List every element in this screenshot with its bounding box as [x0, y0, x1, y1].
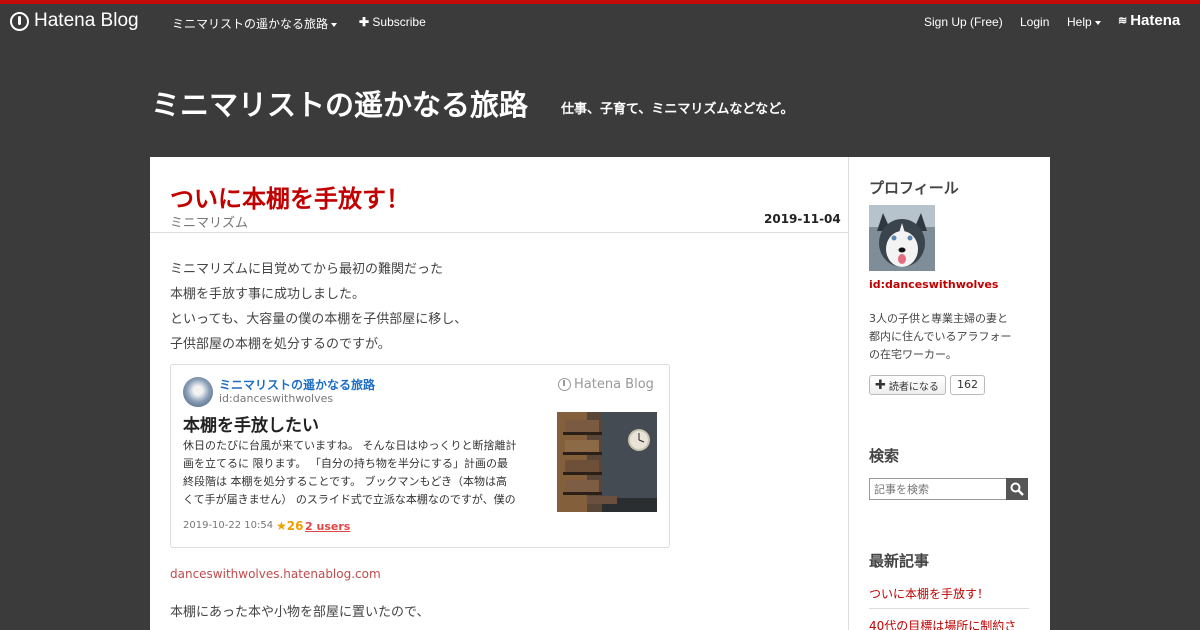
chevron-down-icon — [1094, 20, 1101, 25]
entry-paragraph: 本棚にあった本や小物を部屋に置いたので、 — [170, 605, 430, 620]
entry-date[interactable]: 2019-11-04 — [764, 212, 841, 226]
embed-excerpt-line: くて手が届きません） のスライド式で立派な本棚なのですが、僕の — [183, 493, 516, 506]
profile-user-id[interactable]: id:danceswithwolves — [869, 278, 998, 291]
embed-avatar — [183, 377, 213, 407]
sidebar: プロフィール id:danceswithwolves 3人の子供と専業主婦の妻と… — [869, 157, 1029, 630]
plus-icon: ✚ — [359, 15, 370, 29]
embed-card[interactable]: ミニマリストの遥かなる旅路 id:danceswithwolves Hatena… — [170, 364, 670, 548]
profile-bio-line: 3人の子供と専業主婦の妻と — [869, 312, 1008, 325]
profile-heading: プロフィール — [869, 179, 959, 197]
embed-date: 2019-10-22 10:54 — [183, 520, 274, 531]
embed-excerpt: 休日のたびに台風が来ていますね。 そんな日はゆっくりと断捨離計 画を立てるに 限… — [183, 437, 550, 509]
search-button[interactable] — [1006, 478, 1028, 500]
blog-description: 仕事、子育て、ミニマリズムなどなど。 — [561, 102, 794, 117]
follow-label: 読者になる — [888, 381, 939, 393]
hatena-blog-logo-text: Hatena Blog — [34, 10, 139, 31]
follower-count: 162 — [950, 375, 985, 395]
login-link[interactable]: Login — [1020, 15, 1049, 29]
profile-bio-line: 都内に住んでいるアラフォー — [869, 330, 1012, 343]
profile-avatar-husky-image[interactable] — [869, 205, 935, 271]
entry-title[interactable]: ついに本棚を手放す！ — [170, 179, 410, 214]
blog-title[interactable]: ミニマリストの遥かなる旅路 — [151, 82, 528, 124]
hatena-wing-icon: ≋ — [1118, 15, 1128, 27]
search-input[interactable] — [869, 478, 1007, 500]
content-area: ついに本棚を手放す！ ミニマリズム 2019-11-04 ミニマリズムに目覚めて… — [150, 157, 1050, 630]
hatena-blog-pen-icon — [558, 378, 571, 391]
entry-paragraph: 子供部屋の本棚を処分するのですが。 — [170, 337, 391, 352]
search-heading: 検索 — [869, 447, 900, 465]
embed-excerpt-line: 休日のたびに台風が来ていますね。 そんな日はゆっくりと断捨離計 — [183, 439, 517, 452]
embed-excerpt-line: 画を立てるに 限ります。 「自分の持ち物を半分にする」計画の最 — [183, 457, 509, 470]
chevron-down-icon — [331, 22, 338, 27]
plus-icon: ✚ — [875, 377, 886, 393]
embed-source-link[interactable]: danceswithwolves.hatenablog.com — [170, 567, 381, 581]
embed-user-id: id:danceswithwolves — [219, 392, 334, 405]
embed-star-count[interactable]: ★26 — [276, 519, 303, 533]
embed-excerpt-line: 終段階は 本棚を処分することです。 ブックマンもどき（本物は高 — [183, 475, 508, 488]
embed-bookmark-users[interactable]: 2 users — [305, 520, 350, 533]
profile-bio-line: の在宅ワーカー。 — [869, 348, 957, 361]
entry-paragraph: 本棚を手放す事に成功しました。 — [170, 287, 366, 302]
embed-title[interactable]: 本棚を手放したい — [183, 411, 319, 436]
blog-menu-label: ミニマリストの遥かなる旅路 — [172, 17, 329, 31]
search-icon — [1010, 482, 1024, 496]
help-dropdown[interactable]: Help — [1067, 15, 1101, 29]
embed-brand-text: Hatena Blog — [574, 377, 654, 392]
embed-blog-name[interactable]: ミニマリストの遥かなる旅路 — [219, 376, 375, 393]
main-column: ついに本棚を手放す！ ミニマリズム 2019-11-04 ミニマリズムに目覚めて… — [150, 157, 849, 630]
entry-divider — [150, 232, 849, 233]
hatena-blog-pen-icon — [10, 11, 29, 31]
entry-paragraph: ミニマリズムに目覚めてから最初の難関だった — [170, 262, 444, 277]
follow-button[interactable]: ✚ 読者になる — [869, 375, 946, 395]
subscribe-label: Subscribe — [372, 15, 426, 29]
hatena-logo-text: Hatena — [1130, 12, 1181, 29]
global-header: Hatena Blog ミニマリストの遥かなる旅路 ✚ Subscribe Si… — [0, 4, 1200, 40]
entry-paragraph: といっても、大容量の僕の本棚を子供部屋に移し、 — [170, 312, 468, 327]
blog-menu-dropdown[interactable]: ミニマリストの遥かなる旅路 — [172, 15, 338, 32]
entry-category[interactable]: ミニマリズム — [170, 212, 248, 231]
recent-entries-heading: 最新記事 — [869, 552, 930, 570]
help-label: Help — [1067, 15, 1092, 29]
hatena-blog-logo[interactable]: Hatena Blog — [10, 10, 139, 32]
profile-bio: 3人の子供と専業主婦の妻と 都内に住んでいるアラフォー の在宅ワーカー。 — [869, 310, 1029, 364]
embed-hatena-blog-logo: Hatena Blog — [558, 377, 654, 392]
subscribe-button[interactable]: ✚ Subscribe — [359, 15, 426, 29]
embed-thumbnail-bookshelf-image[interactable] — [557, 412, 657, 512]
recent-entry-link[interactable]: ついに本棚を手放す！ — [869, 585, 1029, 609]
signup-link[interactable]: Sign Up (Free) — [924, 15, 1003, 29]
recent-entry-link[interactable]: 40代の目標は場所に制約さ — [869, 617, 1029, 630]
hatena-logo[interactable]: ≋ Hatena — [1118, 12, 1180, 29]
